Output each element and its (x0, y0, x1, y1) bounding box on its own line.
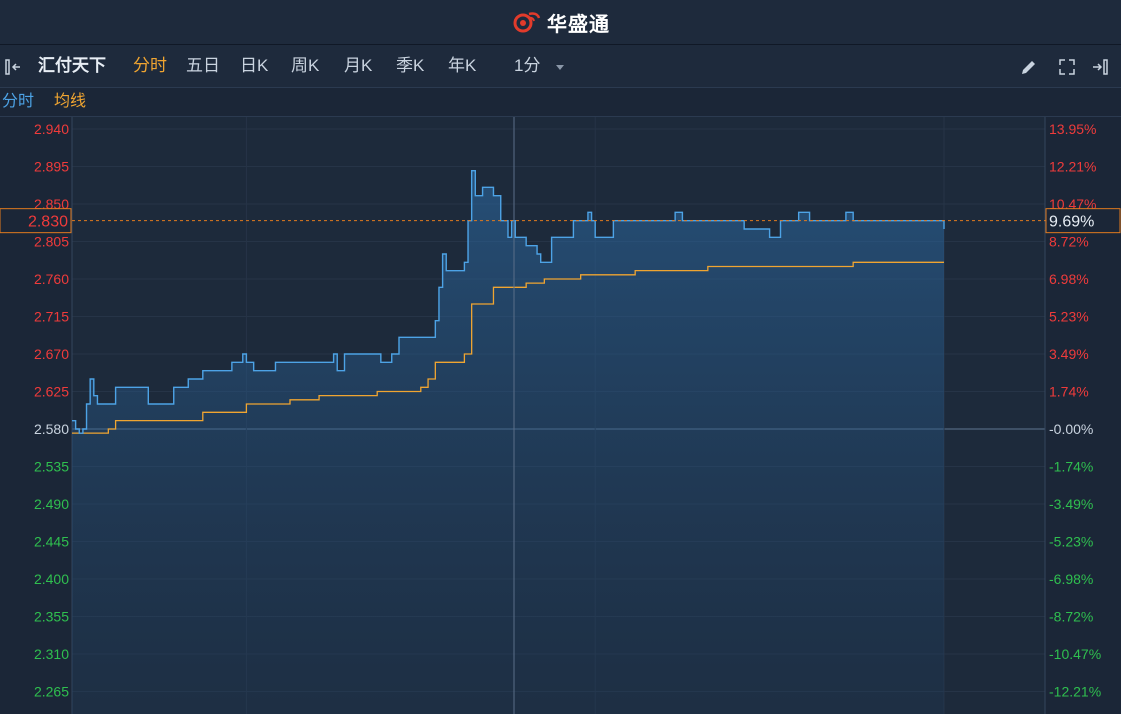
brand-logo: 华盛通 (511, 8, 610, 37)
y-tick-label: 2.265 (34, 683, 69, 699)
pct-tick-label: -0.00% (1049, 421, 1093, 437)
pct-tick-label: -3.49% (1049, 496, 1093, 512)
tab-month-k[interactable]: 月K (344, 45, 372, 87)
y-tick-label: 2.535 (34, 458, 69, 474)
tab-week-k[interactable]: 周K (291, 45, 319, 87)
y-tick-label: 2.670 (34, 346, 69, 362)
legend-price: 分时 (2, 93, 35, 110)
brand-name: 华盛通 (547, 13, 610, 36)
pct-tick-label: -10.47% (1049, 646, 1101, 662)
y-tick-label: 2.715 (34, 308, 69, 324)
y-tick-label: 2.445 (34, 533, 69, 549)
y-tick-label: 2.580 (34, 421, 69, 437)
pct-tick-label: 6.98% (1049, 271, 1089, 287)
chart-legend: 分时 均线 (0, 88, 1121, 117)
collapse-left-icon[interactable] (4, 57, 24, 77)
y-tick-label: 2.895 (34, 158, 69, 174)
y-tick-label: 2.355 (34, 608, 69, 624)
pct-tick-label: -6.98% (1049, 571, 1093, 587)
tab-day-k[interactable]: 日K (240, 45, 268, 87)
collapse-right-icon[interactable] (1090, 57, 1110, 77)
y-axis-labels: 2.9402.8952.8502.8052.7602.7152.6702.625… (34, 121, 69, 699)
pct-tick-label: -1.74% (1049, 458, 1093, 474)
y-tick-label: 2.490 (34, 496, 69, 512)
tab-quarter-k[interactable]: 季K (396, 45, 424, 87)
pct-tick-label: 1.74% (1049, 383, 1089, 399)
interval-select[interactable]: 1分 (514, 45, 540, 87)
pct-tick-label: -8.72% (1049, 608, 1093, 624)
chevron-down-icon[interactable] (554, 61, 566, 73)
y-tick-label: 2.400 (34, 571, 69, 587)
y-tick-label: 2.310 (34, 646, 69, 662)
pct-tick-label: 8.72% (1049, 233, 1089, 249)
stock-name[interactable]: 汇付天下 (38, 45, 106, 87)
fullscreen-icon[interactable] (1057, 57, 1077, 77)
y-tick-label: 2.760 (34, 271, 69, 287)
pct-tick-label: 13.95% (1049, 121, 1096, 137)
title-bar: 华盛通 (0, 0, 1121, 45)
pct-tick-label: 5.23% (1049, 308, 1089, 324)
pct-tick-label: 12.21% (1049, 158, 1096, 174)
pct-tick-label: -5.23% (1049, 533, 1093, 549)
tab-five-day[interactable]: 五日 (186, 45, 220, 87)
brand-icon (513, 12, 541, 33)
pct-axis-labels: 13.95%12.21%10.47%8.72%6.98%5.23%3.49%1.… (1049, 121, 1101, 699)
current-pct-label: 9.69% (1049, 214, 1094, 231)
intraday-chart[interactable]: 2.9402.8952.8502.8052.7602.7152.6702.625… (0, 117, 1121, 714)
y-tick-label: 2.625 (34, 383, 69, 399)
pencil-icon[interactable] (1019, 57, 1039, 77)
pct-tick-label: -12.21% (1049, 683, 1101, 699)
y-tick-label: 2.805 (34, 233, 69, 249)
pct-tick-label: 3.49% (1049, 346, 1089, 362)
y-tick-label: 2.940 (34, 121, 69, 137)
current-price-label: 2.830 (28, 214, 68, 231)
tab-intraday[interactable]: 分时 (133, 45, 167, 87)
tab-year-k[interactable]: 年K (448, 45, 476, 87)
legend-average: 均线 (54, 93, 87, 110)
toolbar: 汇付天下 分时 五日 日K 周K 月K 季K 年K 1分 (0, 45, 1121, 88)
